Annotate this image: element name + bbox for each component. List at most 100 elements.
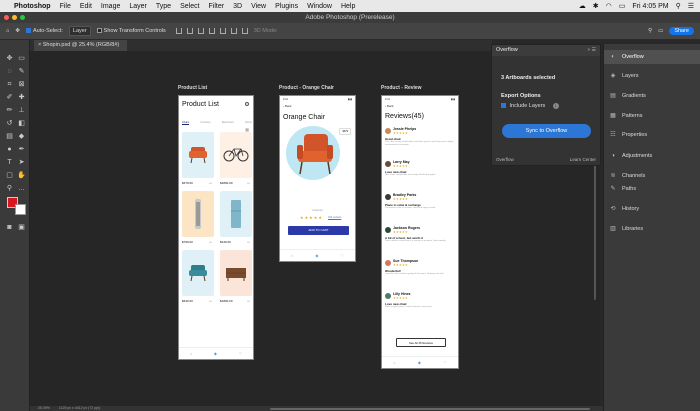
overflow-panel-tab[interactable]: Overflow [496, 47, 518, 53]
learn-center-link[interactable]: Learn Center [570, 157, 596, 162]
zoom-tool-icon[interactable]: ⚲ [5, 184, 14, 193]
home-icon[interactable]: ⌂ [6, 28, 9, 34]
panel-layers[interactable]: ◈ Layers [604, 69, 700, 83]
shape-tool-icon[interactable]: ▢ [5, 171, 14, 180]
search-icon[interactable]: ⚲ [648, 28, 652, 34]
product-price: $799.00 [182, 240, 193, 244]
panel-menu-icon[interactable]: » ☰ [587, 45, 596, 56]
back-label: Back [284, 104, 292, 108]
auto-select-dropdown[interactable]: Layer [68, 26, 91, 36]
menu-type[interactable]: Type [156, 3, 171, 10]
panel-libraries[interactable]: ▥ Libraries [604, 222, 700, 236]
shop-icon: ◈ [315, 253, 319, 258]
gradient-tool-icon[interactable]: ▤ [5, 132, 14, 141]
hand-tool-icon[interactable]: ✋ [17, 171, 26, 180]
clock[interactable]: Fri 4:05 PM [632, 3, 668, 10]
menu-select[interactable]: Select [180, 3, 199, 10]
menu-3d[interactable]: 3D [233, 3, 242, 10]
artboard-label-product-list[interactable]: Product List [178, 85, 207, 91]
blur-tool-icon[interactable]: ◆ [17, 132, 26, 141]
align-bottom-icon[interactable] [230, 28, 237, 34]
rating-stars: ★★★★★ [393, 131, 408, 135]
quick-mask-icon[interactable]: ◙ [5, 223, 14, 232]
background-color-swatch[interactable] [15, 204, 26, 215]
include-layers-checkbox[interactable]: Include Layers i [501, 103, 559, 109]
close-window-button[interactable] [4, 15, 9, 20]
artboard-orange-chair[interactable]: 9:41 ▮▮▮ ‹ Back Orange Chair $679 Feature… [279, 95, 356, 262]
control-center-icon[interactable]: ☰ [688, 2, 694, 10]
menu-filter[interactable]: Filter [209, 3, 225, 10]
align-top-icon[interactable] [208, 28, 215, 34]
menu-image[interactable]: Image [101, 3, 120, 10]
bluetooth-icon[interactable]: ✱ [593, 2, 599, 10]
panel-overflow[interactable]: ◐ Overflow [604, 50, 700, 64]
artboards-selected-text: 3 Artboards selected [501, 75, 556, 81]
history-brush-tool-icon[interactable]: ↺ [5, 119, 14, 128]
spotlight-icon[interactable]: ⚲ [676, 2, 681, 10]
artboard-label-orange-chair[interactable]: Product - Orange Chair [279, 85, 334, 91]
artboard-label-review[interactable]: Product - Review [381, 85, 422, 91]
panel-gradients[interactable]: ▤ Gradients [604, 89, 700, 103]
menu-view[interactable]: View [251, 3, 266, 10]
menu-edit[interactable]: Edit [80, 3, 92, 10]
eraser-tool-icon[interactable]: ◧ [17, 119, 26, 128]
distribute-icon[interactable] [241, 28, 248, 34]
sync-to-overflow-button[interactable]: Sync to Overflow [502, 124, 591, 138]
horizontal-scrollbar[interactable] [270, 408, 590, 410]
align-right-icon[interactable] [197, 28, 204, 34]
transform-controls-label: Show Transform Controls [103, 28, 166, 34]
auto-select-checkbox[interactable]: Auto-Select: [25, 28, 63, 34]
move-tool-icon[interactable]: ✥ [15, 28, 20, 34]
panel-paths[interactable]: ✎ Paths [604, 182, 700, 196]
panel-channels[interactable]: ≋ Channels [604, 169, 700, 183]
menu-layer[interactable]: Layer [129, 3, 147, 10]
menu-file[interactable]: File [60, 3, 71, 10]
creative-cloud-icon[interactable]: ☁ [579, 2, 586, 10]
menu-help[interactable]: Help [341, 3, 355, 10]
zoom-window-button[interactable] [20, 15, 25, 20]
eyedropper-tool-icon[interactable]: ✐ [5, 93, 14, 102]
lasso-tool-icon[interactable]: ◌ [5, 67, 14, 76]
tab-chairs: Chairs [182, 121, 190, 125]
panel-properties[interactable]: ☷ Properties [604, 128, 700, 142]
quick-select-tool-icon[interactable]: ✎ [17, 67, 26, 76]
move-tool-icon[interactable]: ✥ [5, 54, 14, 63]
align-center-icon[interactable] [186, 28, 193, 34]
more-icon: ••• [208, 240, 212, 244]
align-left-icon[interactable] [175, 28, 182, 34]
panel-adjustments[interactable]: ◑ Adjustments [604, 149, 700, 163]
align-middle-icon[interactable] [219, 28, 226, 34]
workspace-icon[interactable]: ▭ [658, 28, 663, 34]
info-icon[interactable]: i [552, 103, 559, 109]
screen-mode-icon[interactable]: ▣ [17, 223, 26, 232]
pen-tool-icon[interactable]: ✒ [17, 145, 26, 154]
dodge-tool-icon[interactable]: ● [5, 145, 14, 154]
stamp-tool-icon[interactable]: ⊥ [17, 106, 26, 115]
crop-tool-icon[interactable]: ⌗ [5, 80, 14, 89]
share-button[interactable]: Share [669, 27, 694, 35]
product-card: $630.00 ••• [182, 250, 214, 307]
panel-patterns[interactable]: ▦ Patterns [604, 109, 700, 123]
more-tools-icon[interactable]: … [17, 184, 26, 193]
panel-dock: ◐ Overflow ◈ Layers ▤ Gradients ▦ Patterns ☷… [603, 44, 700, 411]
zoom-level[interactable]: 25.39% [38, 406, 50, 410]
healing-tool-icon[interactable]: ✚ [17, 93, 26, 102]
path-select-tool-icon[interactable]: ➤ [17, 158, 26, 167]
document-tab[interactable]: × Shopin.psd @ 25.4% (RGB/8#) [34, 40, 128, 51]
artboard-tool-icon[interactable]: ▭ [17, 54, 26, 63]
document-info[interactable]: 1125 px x 4412 px (72 ppi) [59, 406, 100, 410]
wifi-icon[interactable]: ◠ [606, 2, 612, 10]
type-tool-icon[interactable]: T [5, 158, 14, 167]
menu-app[interactable]: Photoshop [14, 3, 51, 10]
menu-window[interactable]: Window [307, 3, 332, 10]
minimize-window-button[interactable] [12, 15, 17, 20]
frame-tool-icon[interactable]: ⊠ [17, 80, 26, 89]
transform-controls-checkbox[interactable]: Show Transform Controls [96, 28, 166, 34]
menu-plugins[interactable]: Plugins [275, 3, 298, 10]
panel-history[interactable]: ⟲ History [604, 202, 700, 216]
artboard-review[interactable]: 9:41 ▮▮▮ ‹ Back Reviews(45) Jessie Phelps… [381, 95, 459, 369]
brush-tool-icon[interactable]: ✏ [5, 106, 14, 115]
tab-decor: Decor [245, 121, 252, 124]
battery-icon[interactable]: ▭ [619, 2, 626, 10]
artboard-product-list[interactable]: Product List Chairs Furniture Electronic… [178, 95, 254, 360]
